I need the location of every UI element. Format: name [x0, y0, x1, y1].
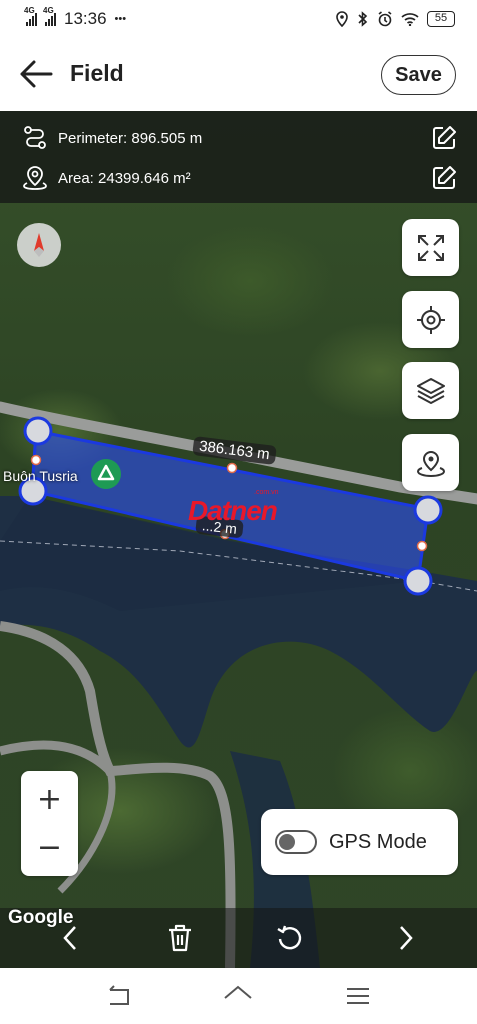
- signal-icon-2: 4G: [43, 6, 56, 26]
- crosshair-icon: [416, 305, 445, 334]
- page-title: Field: [70, 60, 124, 86]
- notifications-more-icon: •••: [114, 13, 127, 25]
- edit-icon[interactable]: [431, 165, 457, 191]
- expand-icon: [417, 234, 444, 261]
- route-icon: [24, 126, 46, 149]
- polygon-vertex: [23, 416, 53, 446]
- alarm-icon: [378, 11, 392, 27]
- locate-button[interactable]: [402, 291, 459, 348]
- gps-mode-toggle[interactable]: [275, 830, 317, 854]
- home-nav-icon[interactable]: [223, 982, 253, 1010]
- gps-button[interactable]: [402, 434, 459, 491]
- back-nav-icon[interactable]: [104, 982, 134, 1010]
- trash-icon: [169, 924, 191, 952]
- battery-icon: 55: [427, 11, 455, 27]
- area-value: Area: 24399.646 m²: [58, 169, 191, 187]
- zoom-control: + −: [21, 771, 78, 876]
- polygon-vertex: [413, 495, 443, 525]
- clock: 13:36: [64, 9, 107, 28]
- polygon-vertex: [403, 566, 433, 596]
- fullscreen-button[interactable]: [402, 219, 459, 276]
- edge-midpoint: [30, 454, 42, 466]
- wifi-icon: [401, 13, 419, 26]
- zoom-out-button[interactable]: −: [21, 821, 78, 873]
- undo-icon: [277, 925, 302, 950]
- app-header: Field Save: [0, 38, 477, 111]
- edge-midpoint: [226, 462, 238, 474]
- gps-mode-card: GPS Mode: [261, 809, 458, 875]
- google-attribution: Google: [8, 907, 74, 928]
- bluetooth-icon: [358, 11, 368, 27]
- arrow-left-icon[interactable]: [18, 58, 54, 90]
- measurement-panel: Perimeter: 896.505 m Area: 24399.646 m²: [0, 111, 477, 203]
- chevron-right-icon: [400, 926, 413, 950]
- perimeter-row: Perimeter: 896.505 m: [22, 123, 457, 153]
- map-view[interactable]: Buôn Tusria 386.163 m ...2 m Datnen .com…: [0, 111, 477, 968]
- edge-midpoint: [416, 540, 428, 552]
- undo-button[interactable]: [270, 918, 310, 958]
- delete-button[interactable]: [160, 918, 200, 958]
- next-button[interactable]: [386, 918, 426, 958]
- perimeter-value: Perimeter: 896.505 m: [58, 129, 203, 147]
- gps-mode-label: GPS Mode: [329, 830, 427, 853]
- zoom-in-button[interactable]: +: [21, 773, 78, 825]
- place-label: Buôn Tusria: [3, 468, 78, 484]
- status-bar: 4G 4G 13:36 ••• 55: [0, 0, 477, 38]
- gps-pin-icon: [416, 450, 445, 477]
- compass-icon[interactable]: [17, 223, 61, 267]
- recents-nav-icon[interactable]: [343, 982, 373, 1010]
- area-row: Area: 24399.646 m²: [22, 163, 457, 193]
- system-nav-bar: [0, 968, 477, 1024]
- location-status-icon: [336, 11, 348, 27]
- layers-button[interactable]: [402, 362, 459, 419]
- signal-icon: 4G: [24, 6, 37, 26]
- edit-icon[interactable]: [431, 125, 457, 151]
- layers-icon: [416, 377, 445, 404]
- place-marker-icon: [91, 459, 121, 489]
- watermark-logo: Datnen .com.vn: [188, 489, 279, 526]
- location-pin-icon: [23, 166, 47, 190]
- save-button[interactable]: Save: [381, 55, 456, 95]
